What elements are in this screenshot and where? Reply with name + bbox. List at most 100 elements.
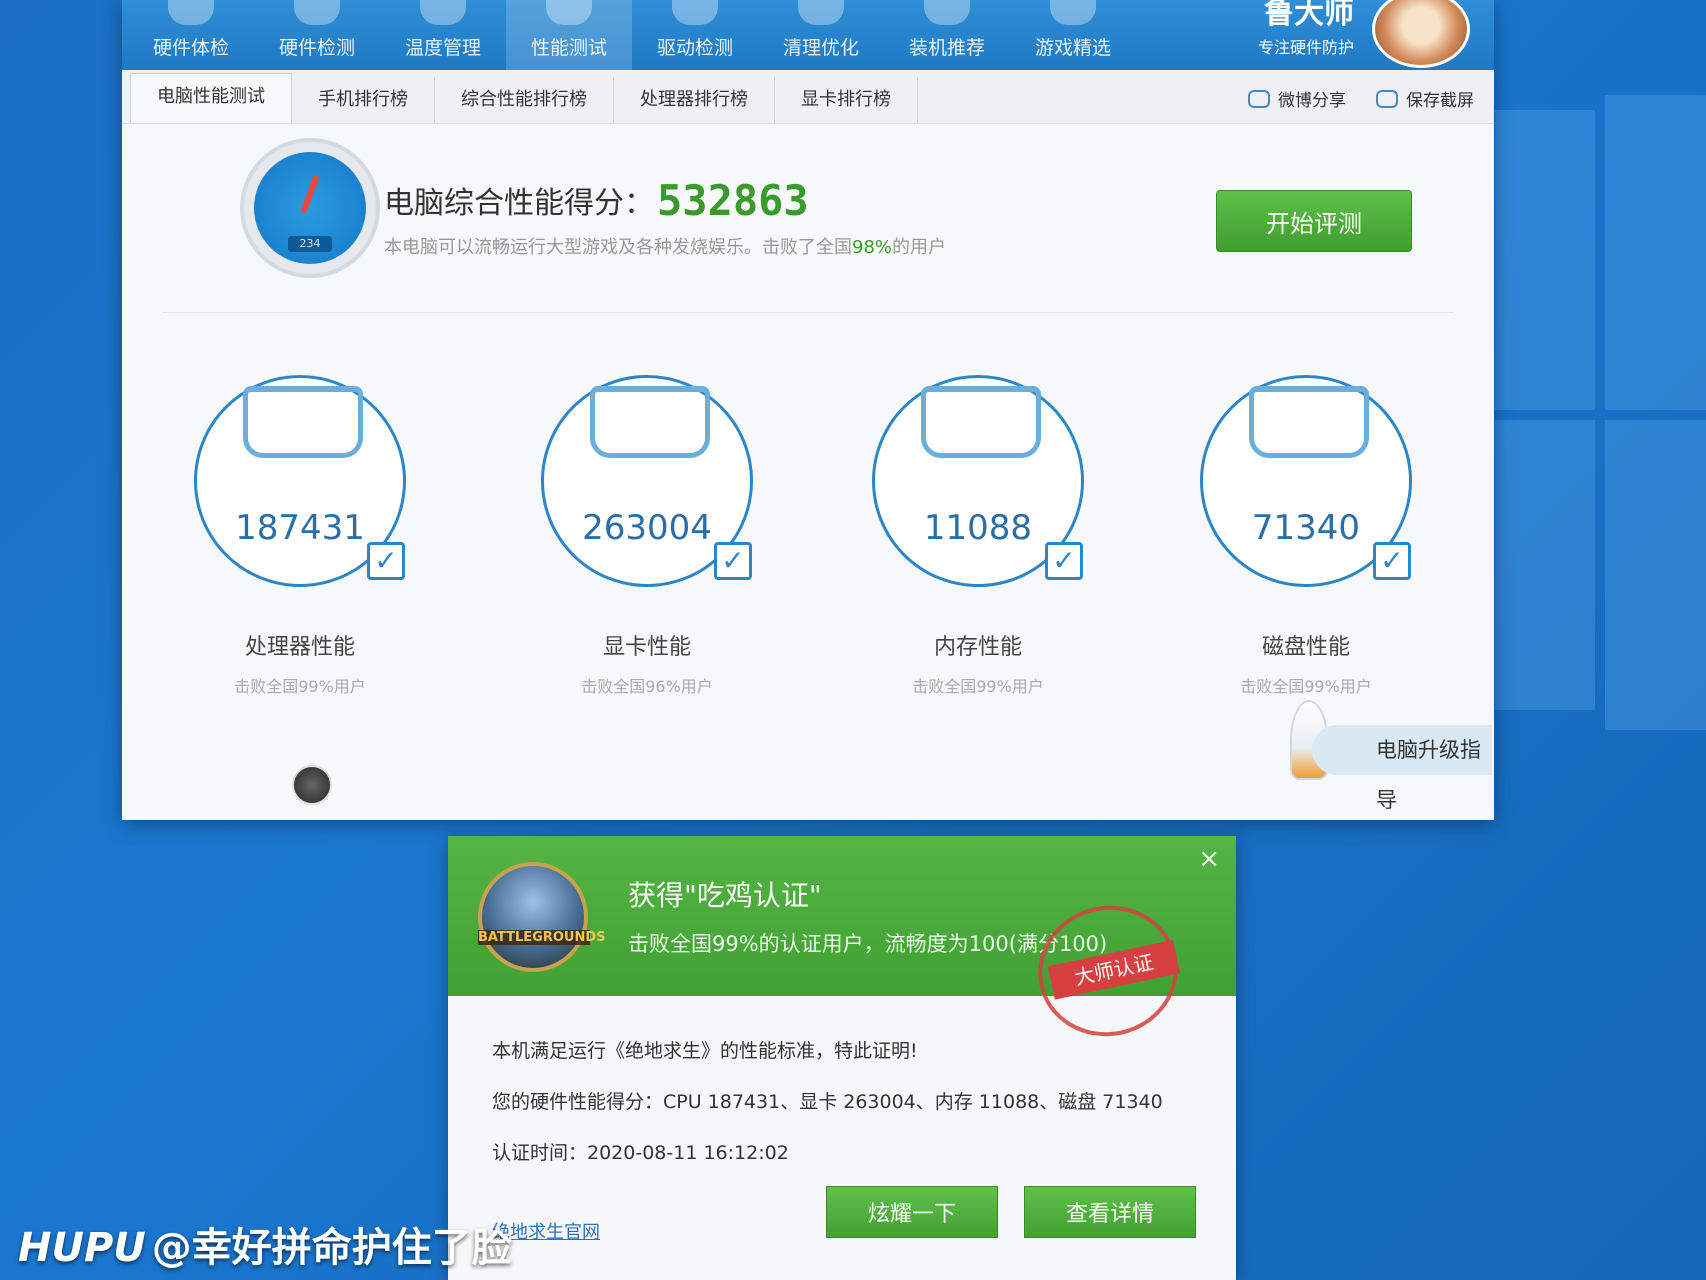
save-screenshot-label: 保存截屏 [1406,91,1474,111]
broom-icon [798,0,844,25]
popup-subtitle: 击败全国99%的认证用户，流畅度为100(满分100) [628,932,1108,956]
desktop-logo-pane [1605,420,1706,730]
disk-beat-percent: 击败全国99%用户 [1240,677,1372,696]
weibo-share-label: 微博分享 [1278,91,1346,111]
brand-name: 鲁大师 [1264,0,1354,31]
score-description: 本电脑可以流畅运行大型游戏及各种发烧娱乐。击败了全国98%的用户 [384,233,946,259]
memory-performance-card[interactable]: 11088 ✓ 内存性能 击败全国99%用户 [848,375,1108,697]
nav-label: 清理优化 [782,37,859,59]
popup-header: BATTLEGROUNDS 获得"吃鸡认证" 击败全国99%的认证用户，流畅度为… [448,836,1236,1050]
desktop-logo-pane [1495,420,1595,710]
sub-tab-bar: 电脑性能测试 手机排行榜 综合性能排行榜 处理器排行榜 显卡排行榜 微博分享 保… [122,70,1494,124]
ludashi-window: 硬件体检 硬件检测 温度管理 性能测试 驱动检测 清理优化 装机推荐 游戏精选 … [122,0,1494,820]
checkmark-icon: ✓ [714,542,752,580]
memory-beat-percent: 击败全国99%用户 [912,677,1044,696]
tab-cpu-ranking[interactable]: 处理器排行榜 [614,77,775,123]
score-ring: 263004 ✓ [541,375,753,587]
tab-overall-ranking[interactable]: 综合性能排行榜 [435,77,614,123]
cpu-performance-card[interactable]: 187431 ✓ 处理器性能 击败全国99%用户 [170,375,430,697]
stamp-label: 大师认证 [1047,939,1181,1000]
driver-icon [672,0,718,25]
nav-driver-detect[interactable]: 驱动检测 [632,0,758,70]
weibo-icon [1248,89,1270,108]
nav-hardware-checkup[interactable]: 硬件体检 [128,0,254,70]
hardware-icon [294,0,340,25]
nav-label: 温度管理 [404,37,481,59]
save-screenshot-button[interactable]: 保存截屏 [1376,86,1474,111]
gamepad-icon [1050,0,1096,25]
nav-label: 驱动检测 [656,37,733,59]
camera-icon [1376,89,1398,108]
nav-game-picks[interactable]: 游戏精选 [1010,0,1136,70]
brand: 鲁大师 专注硬件防护 [1258,0,1354,58]
memory-performance-label: 内存性能 [933,635,1022,660]
brand-slogan: 专注硬件防护 [1257,38,1354,57]
score-ring: 187431 ✓ [194,375,406,587]
share-actions: 微博分享 保存截屏 [1248,86,1474,111]
score-ring: 71340 ✓ [1200,375,1412,587]
cube-icon [924,0,970,25]
hupu-watermark: HUPU @幸好拼命护住了脸 [18,1215,512,1273]
speedometer-gauge-icon: 234 [240,138,380,278]
start-benchmark-button[interactable]: 开始评测 [1216,190,1412,252]
disk-performance-card[interactable]: 71340 ✓ 磁盘性能 击败全国99%用户 [1176,375,1436,697]
disk-performance-label: 磁盘性能 [1261,635,1350,660]
cpu-beat-percent: 击败全国99%用户 [234,677,366,696]
total-score: 532863 [657,176,809,225]
gauge-needle [300,174,320,214]
cert-time: 认证时间：2020-08-11 16:12:02 [492,1142,789,1164]
gpu-performance-card[interactable]: 263004 ✓ 显卡性能 击败全国96%用户 [517,375,777,697]
nav-performance-test[interactable]: 性能测试 [506,0,632,70]
nav-label: 性能测试 [530,37,607,59]
cert-scores: 您的硬件性能得分：CPU 187431、显卡 263004、内存 11088、磁… [492,1091,1163,1113]
nav-label: 游戏精选 [1034,37,1111,59]
gauge-face: 234 [254,152,366,264]
thermometer-icon [420,0,466,25]
score-desc-prefix: 本电脑可以流畅运行大型游戏及各种发烧娱乐。击败了全国 [384,237,852,258]
hupu-logo: HUPU [18,1225,146,1271]
badge-text: BATTLEGROUNDS [478,930,606,945]
desktop-logo-pane [1495,110,1595,410]
upgrade-guide-button[interactable]: 电脑升级指导 [1312,725,1492,812]
certification-popup: BATTLEGROUNDS 获得"吃鸡认证" 击败全国99%的认证用户，流畅度为… [448,836,1236,1280]
tab-gpu-ranking[interactable]: 显卡排行榜 [775,77,918,123]
score-desc-suffix: 的用户 [892,237,947,258]
disk-drive-icon [1249,386,1369,458]
nav-label: 硬件检测 [278,37,355,59]
nav-cleanup[interactable]: 清理优化 [758,0,884,70]
score-desc-percent: 98% [852,237,893,258]
nav-label: 装机推荐 [908,37,985,59]
tab-phone-ranking[interactable]: 手机排行榜 [292,77,435,123]
cpu-monitor-icon [243,386,363,458]
checkmark-icon: ✓ [1373,542,1411,580]
pubg-logo-icon: BATTLEGROUNDS [478,862,606,972]
desktop-logo-pane [1605,95,1706,410]
cpu-performance-label: 处理器性能 [244,635,355,660]
nav-temperature[interactable]: 温度管理 [380,0,506,70]
checkup-icon [168,0,214,25]
checkmark-icon: ✓ [367,542,405,580]
view-details-button[interactable]: 查看详情 [1024,1186,1196,1238]
divider [162,312,1454,313]
show-off-button[interactable]: 炫耀一下 [826,1186,998,1238]
nav-label: 硬件体检 [152,37,229,59]
popup-title: 获得"吃鸡认证" [628,879,822,912]
feedback-icon[interactable] [292,765,332,805]
watermark-user: @幸好拼命护住了脸 [151,1225,512,1271]
close-icon[interactable]: × [1198,844,1220,874]
memory-chip-icon [921,386,1041,458]
gpu-performance-label: 显卡性能 [602,635,691,660]
cert-statement: 本机满足运行《绝地求生》的性能标准，特此证明! [492,1040,918,1062]
score-title: 电脑综合性能得分： [384,186,654,221]
checkmark-icon: ✓ [1045,542,1083,580]
top-navigation-bar: 硬件体检 硬件检测 温度管理 性能测试 驱动检测 清理优化 装机推荐 游戏精选 … [122,0,1494,70]
nav-hardware-detect[interactable]: 硬件检测 [254,0,380,70]
weibo-share-button[interactable]: 微博分享 [1248,86,1346,111]
gpu-cube-icon [590,386,710,458]
score-ring: 11088 ✓ [872,375,1084,587]
tab-pc-performance[interactable]: 电脑性能测试 [130,73,292,123]
gauge-number: 234 [288,236,332,252]
nav-build-recommend[interactable]: 装机推荐 [884,0,1010,70]
gpu-beat-percent: 击败全国96%用户 [581,677,713,696]
speedometer-icon [546,0,592,25]
